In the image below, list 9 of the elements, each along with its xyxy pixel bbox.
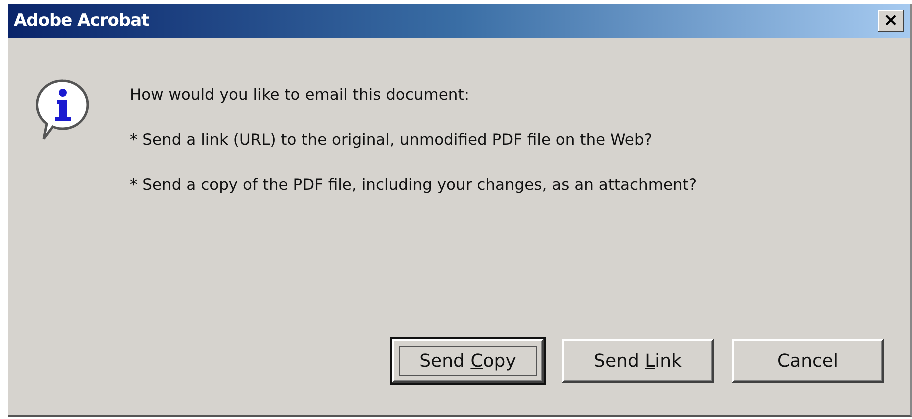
info-icon: [34, 78, 92, 142]
option-text: * Send a link (URL) to the original, unmodified PDF file on the Web?: [130, 131, 654, 149]
question-text: How would you like to email this document:: [130, 86, 471, 104]
dialog-button[interactable]: Send Copy: [392, 339, 544, 383]
close-button[interactable]: ×: [878, 10, 904, 32]
dialog-button[interactable]: Send Link: [562, 339, 714, 383]
option-text: * Send a copy of the PDF file, including your changes, as an attachment?: [130, 176, 698, 194]
dialog-button[interactable]: Cancel: [732, 339, 884, 383]
window-title: Adobe Acrobat: [14, 11, 150, 31]
